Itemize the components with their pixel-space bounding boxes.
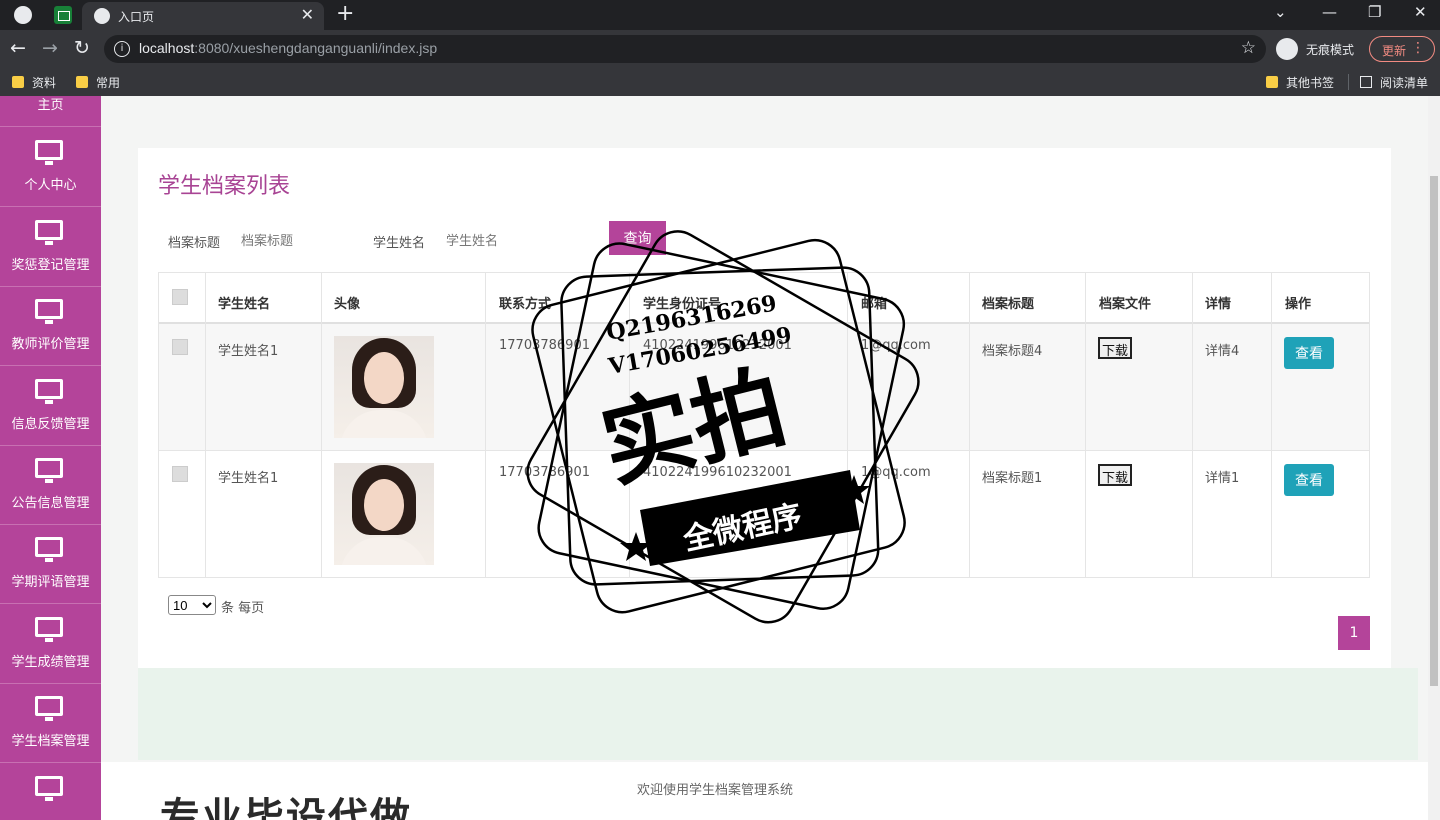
avatar: [334, 463, 434, 565]
sidebar-item-label: 公告信息管理: [11, 496, 90, 511]
monitor-icon: [35, 617, 63, 642]
sidebar-item-label: 学生成绩管理: [11, 655, 90, 670]
sidebar: 主页 个人中心 奖惩登记管理 教师评价管理 信息反馈管理 公告信息管理 学期评语…: [0, 96, 101, 820]
column-header: 档案文件: [1099, 297, 1152, 312]
sidebar-item-rewards[interactable]: 奖惩登记管理: [0, 208, 101, 287]
column-header: 联系方式: [499, 297, 552, 312]
banner-text: 专业毕设代做: [160, 795, 412, 820]
cell-name: 学生姓名1: [218, 471, 279, 486]
sidebar-item-home[interactable]: 主页: [0, 48, 101, 127]
archive-table: 学生姓名 头像 联系方式 学生身份证号 邮箱 档案标题 档案文件 详情 操作 学…: [158, 272, 1370, 578]
column-header: 头像: [334, 297, 361, 312]
more-icon: ⋮: [1411, 40, 1425, 56]
column-header: 学生身份证号: [643, 297, 722, 312]
select-all-checkbox[interactable]: [172, 289, 188, 305]
folder-icon: [1266, 76, 1278, 88]
column-header: 详情: [1205, 297, 1232, 312]
sidebar-item-label: 主页: [37, 98, 64, 113]
close-icon[interactable]: ✕: [301, 5, 314, 24]
sidebar-item-feedback[interactable]: 信息反馈管理: [0, 367, 101, 446]
per-page-select[interactable]: 10: [168, 595, 216, 615]
row-checkbox[interactable]: [172, 466, 188, 482]
divider: [1348, 74, 1349, 90]
cell-email: 1@qq.com: [861, 465, 931, 480]
monitor-icon: [35, 220, 63, 245]
star-icon[interactable]: ☆: [1241, 38, 1256, 58]
cell-name: 学生姓名1: [218, 344, 279, 359]
monitor-icon: [35, 696, 63, 721]
sidebar-item-label: 奖惩登记管理: [11, 258, 90, 273]
cell-email: 1@qq.com: [861, 338, 931, 353]
sidebar-item-label: 个人中心: [24, 178, 77, 193]
cell-detail: 详情4: [1205, 344, 1240, 359]
monitor-icon: [35, 379, 63, 404]
monitor-icon: [35, 537, 63, 562]
reading-list-icon: [1360, 76, 1372, 88]
cell-title: 档案标题4: [982, 344, 1043, 359]
incognito-icon: [1276, 38, 1298, 60]
sidebar-item-teacher-review[interactable]: 教师评价管理: [0, 287, 101, 366]
tab-title: 入口页: [118, 10, 155, 24]
bookmark-folder-other[interactable]: 其他书签: [1266, 74, 1334, 91]
reading-list[interactable]: 阅读清单: [1360, 74, 1428, 91]
row-checkbox[interactable]: [172, 339, 188, 355]
search-input-name[interactable]: [446, 226, 566, 254]
browser-tab-active[interactable]: 入口页 ✕: [82, 2, 324, 30]
background-panel: [138, 668, 1418, 760]
minimize-icon[interactable]: —: [1322, 3, 1337, 21]
query-button[interactable]: 查询: [609, 221, 666, 255]
cell-detail: 详情1: [1205, 471, 1240, 486]
sidebar-item-archives[interactable]: 学生档案管理: [0, 684, 101, 763]
globe-icon: [94, 8, 110, 24]
column-header[interactable]: 学生姓名: [218, 293, 270, 312]
avatar: [334, 336, 434, 438]
view-button[interactable]: 查看: [1284, 337, 1334, 369]
info-icon[interactable]: i: [114, 41, 130, 57]
search-label-title: 档案标题: [168, 236, 221, 251]
monitor-icon: [35, 299, 63, 324]
update-button[interactable]: 更新 ⋮: [1369, 36, 1435, 62]
browser-tab-bar: 入口页 ✕ + ⌄ — ❐ ✕: [0, 0, 1440, 30]
column-header: 操作: [1285, 297, 1312, 312]
close-window-icon[interactable]: ✕: [1414, 3, 1427, 21]
page-title: 学生档案列表: [158, 174, 291, 199]
download-button[interactable]: 下载: [1098, 337, 1133, 359]
scrollbar[interactable]: [1428, 96, 1440, 820]
cell-title: 档案标题1: [982, 471, 1043, 486]
sidebar-item-grades[interactable]: 学生成绩管理: [0, 605, 101, 684]
sidebar-item-comments[interactable]: 学期评语管理: [0, 525, 101, 604]
incognito-label: 无痕模式: [1306, 43, 1355, 57]
spreadsheet-tab-icon[interactable]: [54, 6, 72, 24]
update-label: 更新: [1382, 44, 1407, 58]
cell-phone: 17703786901: [499, 465, 590, 480]
url-text[interactable]: localhost:8080/xueshengdanganguanli/inde…: [139, 40, 437, 56]
monitor-icon: [35, 458, 63, 483]
chevron-down-icon[interactable]: ⌄: [1274, 3, 1287, 21]
address-bar: ← → ↻ i localhost:8080/xueshengdangangua…: [0, 30, 1440, 68]
page-button-current[interactable]: 1: [1338, 616, 1370, 650]
globe-icon[interactable]: [14, 6, 32, 24]
monitor-icon: [35, 140, 63, 165]
new-tab-icon[interactable]: +: [336, 1, 354, 26]
view-button[interactable]: 查看: [1284, 464, 1334, 496]
scrollbar-thumb[interactable]: [1430, 176, 1438, 686]
per-page-label: 条 每页: [221, 601, 265, 616]
search-input-title[interactable]: [241, 226, 361, 254]
restore-icon[interactable]: ❐: [1368, 3, 1381, 21]
sidebar-item-label: 教师评价管理: [11, 337, 90, 352]
sidebar-item-profile[interactable]: 个人中心: [0, 128, 101, 207]
bookmarks-bar: 资料 常用 其他书签 阅读清单: [0, 68, 1440, 96]
sidebar-item-notices[interactable]: 公告信息管理: [0, 446, 101, 525]
cell-idcard: 410224199610232001: [643, 338, 792, 353]
url-box[interactable]: i localhost:8080/xueshengdanganguanli/in…: [104, 35, 1266, 63]
sidebar-item-label: 学期评语管理: [11, 575, 90, 590]
search-label-name: 学生姓名: [373, 236, 426, 251]
sidebar-item-label: 信息反馈管理: [11, 417, 90, 432]
sidebar-item-label: 学生档案管理: [11, 734, 90, 749]
column-header: 邮箱: [861, 297, 888, 312]
cell-phone: 17703786901: [499, 338, 590, 353]
download-button[interactable]: 下载: [1098, 464, 1133, 486]
column-header: 档案标题: [982, 297, 1035, 312]
cell-idcard: 410224199610232001: [643, 465, 792, 480]
